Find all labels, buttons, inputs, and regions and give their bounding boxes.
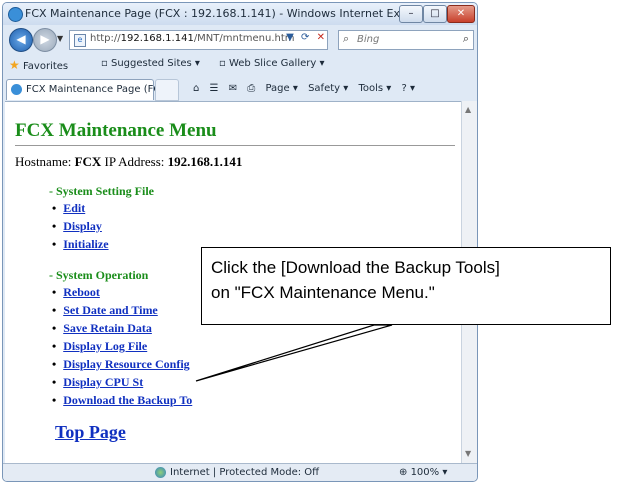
globe-icon [155, 467, 166, 478]
page-title: FCX Maintenance Menu [15, 120, 217, 141]
list-item: • Download the Backup To [52, 393, 193, 407]
display-cpu-status-link[interactable]: Display CPU St [63, 375, 143, 389]
page-icon: e [74, 34, 86, 47]
ip-label: IP Address: [104, 154, 165, 169]
top-page-link[interactable]: Top Page [55, 422, 126, 442]
scroll-down-icon[interactable]: ▼ [465, 449, 471, 458]
address-bar[interactable]: e http://192.168.1.141/MNT/mntmenu.htm ▼… [69, 30, 328, 50]
ip-value: 192.168.1.141 [167, 154, 243, 169]
tab-row: FCX Maintenance Page (FC... ⌂ ☰ ✉ ⎙ Page… [3, 75, 477, 101]
display-link[interactable]: Display [63, 219, 102, 233]
home-icon[interactable]: ⌂ [193, 83, 199, 94]
tab-fcx-maintenance[interactable]: FCX Maintenance Page (FC... [6, 79, 170, 100]
list-item: • Set Date and Time [52, 303, 158, 317]
hostname-value: FCX [74, 154, 102, 169]
browser-window: FCX Maintenance Page (FCX : 192.168.1.14… [2, 2, 478, 482]
ie-logo-icon [11, 84, 22, 95]
list-item: • Display Resource Config [52, 357, 190, 371]
edit-link[interactable]: Edit [63, 201, 85, 215]
command-bar: ⌂ ☰ ✉ ⎙ Page ▾ Safety ▾ Tools ▾ ? ▾ [193, 83, 422, 94]
window-title: FCX Maintenance Page (FCX : 192.168.1.14… [25, 7, 433, 20]
section-system-setting-file: - System Setting File [49, 184, 154, 198]
page-icon: ▫ [219, 58, 226, 69]
search-button[interactable]: ⌕ [463, 32, 469, 46]
new-tab-button[interactable] [155, 79, 179, 101]
instruction-callout: Click the [Download the Backup Tools] on… [201, 247, 611, 325]
mail-icon[interactable]: ✉ [229, 83, 237, 94]
display-resource-config-link[interactable]: Display Resource Config [63, 357, 189, 371]
status-bar: Internet | Protected Mode: Off ⊕ 100% ▾ [3, 463, 477, 481]
suggested-sites-link[interactable]: ▫ Suggested Sites ▾ [101, 58, 200, 69]
maximize-button[interactable]: □ [423, 5, 447, 23]
history-dropdown-icon[interactable]: ▼ [57, 34, 63, 43]
feeds-icon[interactable]: ☰ [210, 83, 219, 94]
stop-icon[interactable]: ✕ [317, 32, 325, 43]
forward-button[interactable]: ▶ [33, 28, 57, 52]
scroll-up-icon[interactable]: ▲ [465, 105, 471, 114]
help-menu[interactable]: ? ▾ [401, 83, 415, 94]
address-row: ◀ ▶ ▼ e http://192.168.1.141/MNT/mntmenu… [3, 25, 477, 53]
section-system-operation: - System Operation [49, 268, 149, 282]
security-zone: Internet | Protected Mode: Off [170, 467, 320, 478]
list-item: • Save Retain Data [52, 321, 152, 335]
hostname-label: Hostname: [15, 154, 72, 169]
star-icon: ★ [9, 58, 20, 72]
url-text[interactable]: http://192.168.1.141/MNT/mntmenu.htm [90, 33, 295, 44]
safety-menu[interactable]: Safety ▾ [308, 83, 348, 94]
list-item: • Display Log File [52, 339, 148, 353]
display-log-file-link[interactable]: Display Log File [63, 339, 147, 353]
download-backup-tools-link[interactable]: Download the Backup To [63, 393, 192, 407]
refresh-icon[interactable]: ⟳ [301, 32, 309, 43]
address-tools: ▼ ⟳ ✕ [282, 32, 325, 43]
list-item: • Display [52, 219, 102, 233]
ie-logo-icon [8, 7, 23, 22]
print-icon[interactable]: ⎙ [247, 83, 255, 94]
callout-line-2: on "FCX Maintenance Menu." [211, 283, 435, 302]
page-icon: ▫ [101, 58, 108, 69]
title-bar: FCX Maintenance Page (FCX : 192.168.1.14… [3, 3, 477, 25]
initialize-link[interactable]: Initialize [63, 237, 108, 251]
web-slice-gallery-link[interactable]: ▫ Web Slice Gallery ▾ [219, 58, 325, 69]
host-info: Hostname: FCX IP Address: 192.168.1.141 [15, 154, 242, 170]
list-item: • Edit [52, 201, 86, 215]
zoom-level[interactable]: ⊕ 100% ▾ [399, 467, 447, 478]
favorites-bar: ★ Favorites ▫ Suggested Sites ▾ ▫ Web Sl… [3, 53, 477, 75]
save-retain-data-link[interactable]: Save Retain Data [63, 321, 152, 335]
search-icon: ⌕ [343, 32, 350, 45]
address-dropdown-icon[interactable]: ▼ [286, 32, 294, 43]
tab-label: FCX Maintenance Page (FC... [26, 84, 170, 95]
reboot-link[interactable]: Reboot [63, 285, 100, 299]
tools-menu[interactable]: Tools ▾ [358, 83, 391, 94]
list-item: • Display CPU St [52, 375, 144, 389]
title-divider [15, 145, 455, 146]
minimize-button[interactable]: – [399, 5, 423, 23]
back-button[interactable]: ◀ [9, 28, 33, 52]
top-page-link-container: Top Page [55, 422, 126, 443]
list-item: • Reboot [52, 285, 100, 299]
callout-line-1: Click the [Download the Backup Tools] [211, 258, 500, 277]
page-menu[interactable]: Page ▾ [265, 83, 297, 94]
search-input[interactable]: ⌕ Bing ⌕ [338, 30, 474, 50]
list-item: • Initialize [52, 237, 109, 251]
set-date-time-link[interactable]: Set Date and Time [63, 303, 158, 317]
search-placeholder: Bing [357, 34, 380, 45]
favorites-button[interactable]: ★ Favorites [9, 58, 68, 72]
close-button[interactable]: ✕ [447, 5, 475, 23]
